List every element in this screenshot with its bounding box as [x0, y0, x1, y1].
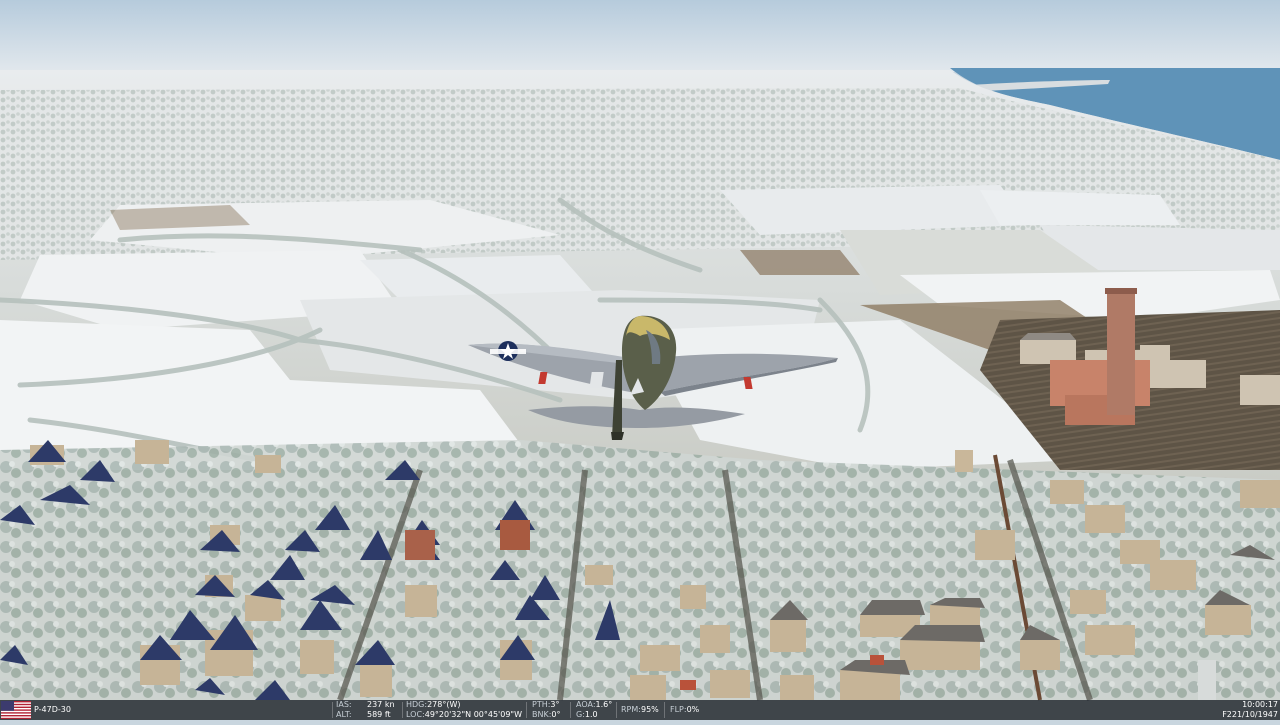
- ias-alt-group: IAS: ALT:: [336, 700, 352, 720]
- g-value: 1.0: [584, 710, 598, 719]
- aircraft-name-value: P-47D-30: [34, 705, 71, 714]
- pth-bnk-group: PTH:3° BNK:0°: [532, 700, 561, 720]
- aoa-value: 1.6°: [595, 700, 613, 709]
- loc-label: LOC:: [406, 710, 425, 719]
- hud-separator: [332, 702, 333, 718]
- ias-label: IAS:: [336, 700, 352, 709]
- hud-separator: [664, 702, 665, 718]
- hud-separator: [402, 702, 403, 718]
- aoa-label: AOA:: [576, 700, 596, 709]
- aircraft-name: P-47D-30: [34, 705, 71, 725]
- alt-label: ALT:: [336, 710, 352, 719]
- time-date-group: 10:00:17 F221/10/1947: [1222, 700, 1278, 720]
- g-label: G:: [576, 710, 585, 719]
- ias-value: 237 kn: [367, 700, 395, 709]
- aoa-g-group: AOA:1.6° G:1.0: [576, 700, 612, 720]
- hdg-label: HDG:: [406, 700, 428, 709]
- bnk-label: BNK:: [532, 710, 552, 719]
- ias-alt-values: 237 kn 589 ft: [367, 700, 395, 720]
- telemetry-bar: P-47D-30 IAS: ALT: 237 kn 589 ft HDG:278…: [0, 700, 1280, 720]
- mission-date: F221/10/1947: [1222, 710, 1278, 719]
- hdg-value: 278°(W): [427, 700, 461, 709]
- pth-value: 3°: [550, 700, 560, 709]
- hud-separator: [526, 702, 527, 718]
- flp-group: FLP:0%: [670, 705, 699, 725]
- clock-time: 10:00:17: [1242, 700, 1278, 709]
- pth-label: PTH:: [532, 700, 551, 709]
- rpm-label: RPM:: [621, 705, 641, 714]
- flp-label: FLP:: [670, 705, 687, 714]
- us-flag-icon: [1, 701, 31, 719]
- hud-separator: [616, 702, 617, 718]
- rpm-value: 95%: [640, 705, 659, 714]
- rpm-group: RPM:95%: [621, 705, 659, 725]
- hdg-loc-group: HDG:278°(W) LOC:49°20'32"N 00°45'09"W: [406, 700, 522, 720]
- alt-value: 589 ft: [367, 710, 391, 719]
- bnk-value: 0°: [551, 710, 561, 719]
- flp-value: 0%: [686, 705, 700, 714]
- hud-separator: [570, 702, 571, 718]
- game-viewport: [0, 0, 1280, 720]
- loc-value: 49°20'32"N 00°45'09"W: [424, 710, 523, 719]
